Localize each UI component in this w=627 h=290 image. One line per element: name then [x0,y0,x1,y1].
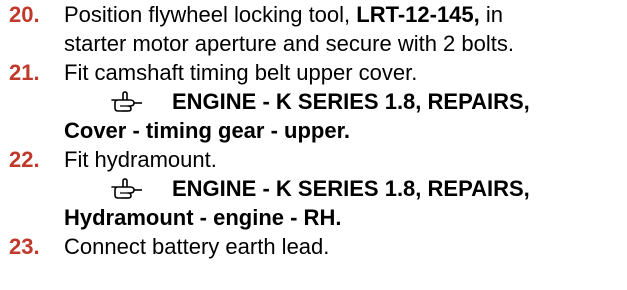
cross-reference[interactable]: ENGINE - K SERIES 1.8, REPAIRS, Hydramou… [0,174,627,232]
step-text: in [479,2,504,27]
step-number: 20. [9,2,40,27]
cross-reference-line-2: Hydramount - engine - RH. [64,205,342,230]
step-text: Position flywheel locking tool, [64,2,357,27]
cross-reference[interactable]: ENGINE - K SERIES 1.8, REPAIRS, Cover - … [0,87,627,145]
pointing-hand-icon [111,91,142,112]
step-20: 20. Position flywheel locking tool, LRT-… [0,0,627,58]
step-20-line-2: starter motor aperture and secure with 2… [64,31,514,56]
step-20-line-1: Position flywheel locking tool, LRT-12-1… [64,0,503,29]
cross-reference-line-1: ENGINE - K SERIES 1.8, REPAIRS, [172,176,530,201]
step-number: 23. [9,234,40,259]
step-text: Fit hydramount. [64,147,217,172]
step-21: 21. Fit camshaft timing belt upper cover… [0,58,627,145]
step-text: Fit camshaft timing belt upper cover. [64,60,418,85]
cross-reference-line-1: ENGINE - K SERIES 1.8, REPAIRS, [172,89,530,114]
cross-reference-line-2: Cover - timing gear - upper. [64,118,351,143]
step-text: Connect battery earth lead. [64,234,330,259]
pointing-hand-icon [111,178,142,199]
step-22: 22. Fit hydramount. ENGINE - K SERIES 1.… [0,145,627,232]
tool-reference: LRT-12-145, [356,2,480,27]
step-number: 22. [9,147,40,172]
step-23: 23. Connect battery earth lead. [0,232,627,261]
step-number: 21. [9,60,40,85]
